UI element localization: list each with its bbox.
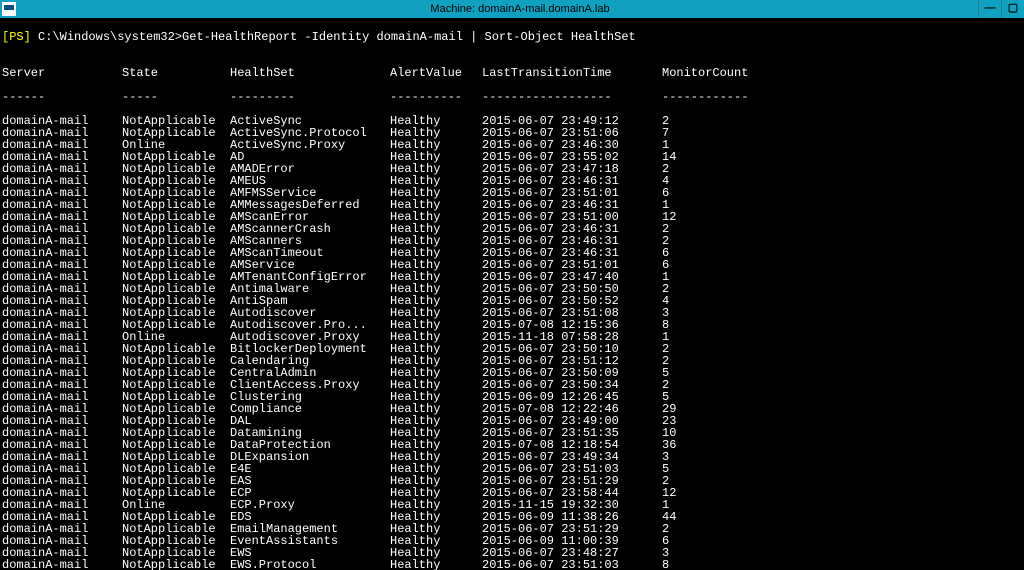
header-underline: ----------------------------------------… — [2, 91, 1022, 103]
cell-monitorcount: 36 — [662, 439, 722, 451]
cell-monitorcount: 2 — [662, 115, 722, 127]
cell-monitorcount: 5 — [662, 367, 722, 379]
cell-monitorcount: 3 — [662, 451, 722, 463]
cell-monitorcount: 7 — [662, 127, 722, 139]
cell-monitorcount: 2 — [662, 283, 722, 295]
cell-monitorcount: 6 — [662, 247, 722, 259]
cell-monitorcount: 12 — [662, 211, 722, 223]
cell-server: domainA-mail — [2, 559, 122, 570]
window-controls: — ▢ — [978, 0, 1024, 18]
cell-alertvalue: Healthy — [390, 559, 482, 570]
command-text: Get-HealthReport -Identity domainA-mail … — [182, 30, 636, 44]
col-header-alertvalue: AlertValue — [390, 67, 482, 79]
powershell-icon — [2, 2, 16, 16]
cell-monitorcount: 3 — [662, 547, 722, 559]
column-header-row: ServerStateHealthSetAlertValueLastTransi… — [2, 67, 1022, 79]
maximize-button[interactable]: ▢ — [1001, 0, 1024, 18]
cell-monitorcount: 5 — [662, 463, 722, 475]
cell-monitorcount: 12 — [662, 487, 722, 499]
cell-monitorcount: 1 — [662, 271, 722, 283]
minimize-button[interactable]: — — [978, 0, 1001, 18]
col-header-monitorcount: MonitorCount — [662, 67, 722, 79]
cell-healthset: EAS — [230, 475, 390, 487]
cell-monitorcount: 2 — [662, 379, 722, 391]
prompt-path: C:\Windows\system32> — [31, 30, 182, 44]
cell-healthset: EWS.Protocol — [230, 559, 390, 570]
col-header-state: State — [122, 67, 230, 79]
cell-state: NotApplicable — [122, 559, 230, 570]
cell-monitorcount: 6 — [662, 535, 722, 547]
prompt-tag: [PS] — [2, 30, 31, 44]
col-header-server: Server — [2, 67, 122, 79]
col-header-healthset: HealthSet — [230, 67, 390, 79]
cell-lasttransitiontime: 2015-06-07 23:51:03 — [482, 559, 662, 570]
cell-healthset: ECP.Proxy — [230, 499, 390, 511]
cell-healthset: Compliance — [230, 403, 390, 415]
cell-monitorcount: 2 — [662, 343, 722, 355]
cell-monitorcount: 6 — [662, 259, 722, 271]
cell-monitorcount: 2 — [662, 235, 722, 247]
terminal[interactable]: [PS] C:\Windows\system32>Get-HealthRepor… — [0, 18, 1024, 570]
cell-healthset: DLExpansion — [230, 451, 390, 463]
cell-healthset: E4E — [230, 463, 390, 475]
col-header-lasttransitiontime: LastTransitionTime — [482, 67, 662, 79]
window-title: Machine: domainA-mail.domainA.lab — [16, 3, 1024, 15]
cell-monitorcount: 2 — [662, 523, 722, 535]
cell-monitorcount: 6 — [662, 187, 722, 199]
cell-monitorcount: 8 — [662, 559, 722, 570]
output-rows: domainA-mailNotApplicableActiveSyncHealt… — [2, 115, 1022, 570]
title-bar: Machine: domainA-mail.domainA.lab — ▢ — [0, 0, 1024, 18]
cell-monitorcount: 4 — [662, 295, 722, 307]
cell-monitorcount: 3 — [662, 307, 722, 319]
cell-healthset: EventAssistants — [230, 535, 390, 547]
cell-monitorcount: 2 — [662, 223, 722, 235]
cell-healthset: ActiveSync.Proxy — [230, 139, 390, 151]
cell-monitorcount: 2 — [662, 355, 722, 367]
cell-monitorcount: 1 — [662, 331, 722, 343]
table-row: domainA-mailNotApplicableEWS.ProtocolHea… — [2, 559, 1022, 570]
cell-monitorcount: 44 — [662, 511, 722, 523]
cell-monitorcount: 4 — [662, 175, 722, 187]
cell-monitorcount: 2 — [662, 163, 722, 175]
cell-monitorcount: 8 — [662, 319, 722, 331]
cell-monitorcount: 14 — [662, 151, 722, 163]
